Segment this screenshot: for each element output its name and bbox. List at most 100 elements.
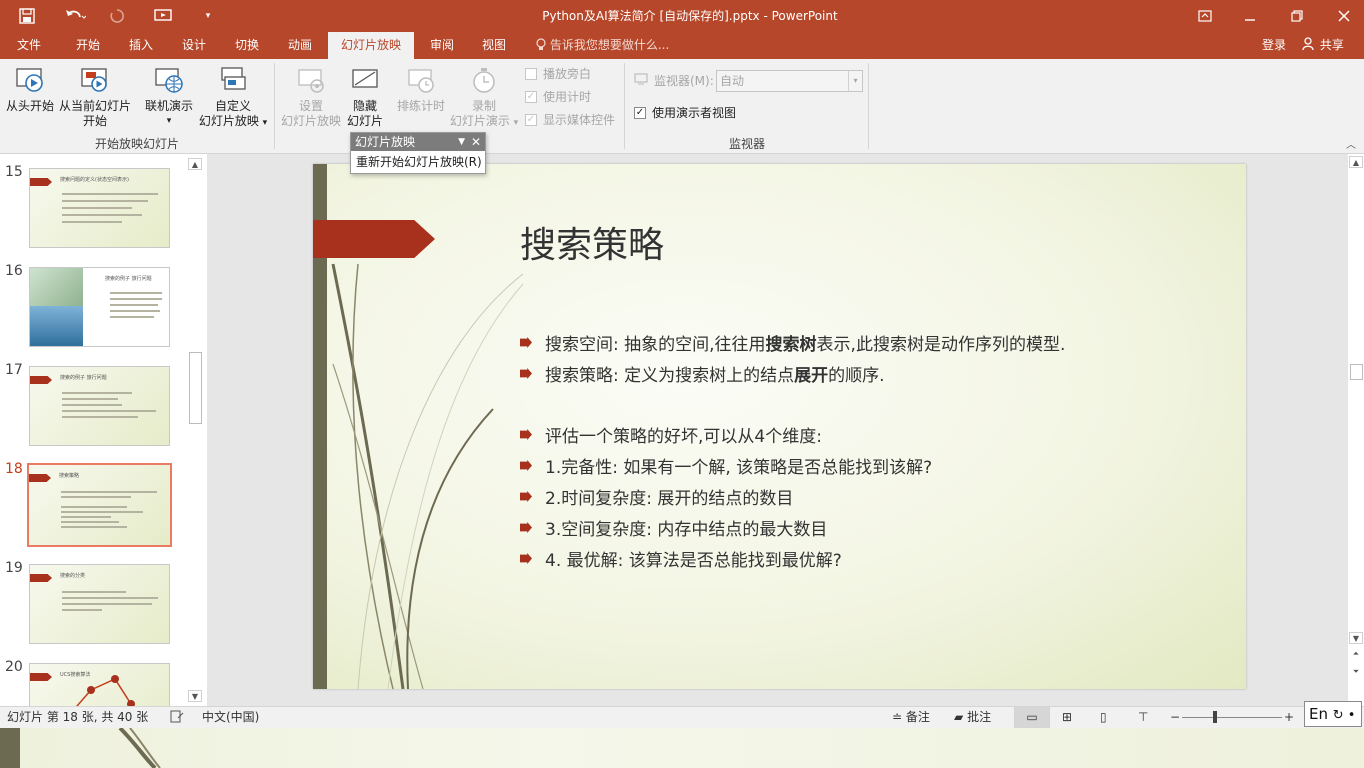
save-icon[interactable] [16, 6, 38, 26]
bullet-optimality[interactable]: 4. 最优解: 该算法是否总能找到最优解? [520, 546, 842, 571]
scroll-down-arrow-icon[interactable]: ▼ [188, 690, 202, 702]
tab-slide-show[interactable]: 幻灯片放映 [328, 32, 414, 59]
tell-me-search[interactable]: 告诉我您想要做什么... [536, 32, 669, 59]
bullet-evaluate[interactable]: 评估一个策略的好坏,可以从4个维度: [520, 422, 822, 447]
ribbon-panel: 从头开始 从当前幻灯片 开始 联机演示 ▾ 自定义 幻灯片放映 ▾ 开始放映幻灯… [0, 59, 1364, 154]
notes-button[interactable]: ≐ 备注 [892, 707, 930, 728]
spell-check-icon[interactable] [170, 707, 184, 728]
slideshow-view-icon[interactable]: ⊤ [1138, 707, 1148, 728]
bullet-arrow-icon [520, 522, 532, 533]
from-current-slide-button[interactable]: 从当前幻灯片 开始 [56, 65, 134, 129]
thumb-text-line [62, 416, 138, 418]
lightbulb-icon [536, 38, 550, 52]
bullet-search-strategy[interactable]: 搜索策略: 定义为搜索树上的结点 展开 的顺序. [520, 361, 885, 386]
group-separator [274, 63, 275, 149]
popup-dropdown-icon[interactable]: ▼ [458, 133, 465, 151]
zoom-slider-track[interactable] [1182, 717, 1282, 718]
thumb-arrow-band [30, 376, 52, 384]
thumb-text-line [61, 496, 131, 498]
rehearse-timings-button[interactable]: 排练计时 [394, 65, 448, 114]
slide-thumbnail-18-selected[interactable]: 搜索策略 [27, 463, 172, 547]
presenter-view-checkbox[interactable]: ✓ 使用演示者视图 [634, 104, 736, 121]
show-media-controls-checkbox[interactable]: ✓ 显示媒体控件 [525, 111, 615, 128]
slide-thumbnail-16[interactable]: 搜索的例子 旅行问题 [29, 267, 170, 347]
zoom-slider-handle[interactable] [1213, 711, 1217, 723]
bullet-search-space[interactable]: 搜索空间: 抽象的空间,往往用 搜索树 表示,此搜索树是动作序列的模型. [520, 330, 1065, 355]
thumb-text-line [62, 404, 122, 406]
monitor-select[interactable]: 自动 ▾ [716, 70, 863, 92]
from-beginning-button[interactable]: 从头开始 [4, 65, 56, 114]
thumb-text-line [61, 506, 127, 508]
customize-qat-icon[interactable]: ▾ [200, 6, 216, 26]
tab-transitions[interactable]: 切换 [224, 32, 270, 59]
editor-scrollbar[interactable]: ▲ ▼ ⏶ ⏷ [1348, 154, 1364, 706]
restore-icon[interactable] [1287, 6, 1307, 26]
scroll-down-arrow-icon[interactable]: ▼ [1349, 632, 1363, 644]
next-slide-icon[interactable]: ⏷ [1349, 666, 1363, 678]
thumb-text-line [110, 316, 154, 318]
bullet-space-complexity[interactable]: 3.空间复杂度: 内存中结点的最大数目 [520, 515, 827, 540]
tab-home[interactable]: 开始 [64, 32, 112, 59]
tab-animations[interactable]: 动画 [277, 32, 323, 59]
restart-slideshow-item[interactable]: 重新开始幻灯片放映(R) [351, 151, 485, 173]
ime-indicator[interactable]: En ↻ • [1304, 701, 1362, 727]
thumb-text-line [62, 214, 142, 216]
thumb-text-line [62, 221, 122, 223]
bullet-arrow-icon [520, 460, 532, 471]
slide-thumbnail-20[interactable]: UCS搜索算法 [29, 663, 170, 706]
hide-label-2: 幻灯片 [346, 114, 383, 128]
slide-thumbnail-19[interactable]: 搜索的分类 [29, 564, 170, 644]
slide-thumbnail-17[interactable]: 搜索的例子 旅行问题 [29, 366, 170, 446]
tab-review[interactable]: 审阅 [420, 32, 464, 59]
scrollbar-thumb[interactable] [189, 352, 202, 424]
slide-title[interactable]: 搜索策略 [520, 216, 664, 268]
play-narrations-checkbox[interactable]: 播放旁白 [525, 65, 591, 82]
slide-sorter-icon[interactable]: ⊞ [1062, 707, 1072, 728]
checkbox-checked-icon: ✓ [634, 106, 646, 119]
language-status[interactable]: 中文(中国) [202, 707, 259, 728]
zoom-out-icon[interactable]: − [1170, 707, 1180, 728]
record-label-1: 录制 [471, 99, 496, 113]
minimize-icon[interactable] [1240, 6, 1260, 26]
thumb-text-line [62, 207, 132, 209]
tab-view[interactable]: 视图 [472, 32, 516, 59]
bullet-arrow-icon [520, 337, 532, 348]
share-button[interactable]: 共享 [1302, 32, 1344, 59]
custom-slideshow-button[interactable]: 自定义 幻灯片放映 ▾ [196, 65, 270, 131]
custom-label-2: 幻灯片放映 ▾ [198, 114, 268, 128]
record-slideshow-button[interactable]: 录制 幻灯片演示 ▾ [448, 65, 520, 131]
start-from-beginning-icon[interactable] [152, 6, 176, 26]
slide-thumbnail-15[interactable]: 搜索问题的定义(状态空间表示) [29, 168, 170, 248]
close-icon[interactable] [1334, 6, 1354, 26]
reading-view-icon[interactable]: ▯ [1100, 707, 1107, 728]
tab-design[interactable]: 设计 [171, 32, 217, 59]
popup-close-icon[interactable]: ✕ [471, 133, 481, 151]
redo-icon[interactable] [106, 6, 128, 26]
collapse-ribbon-icon[interactable]: ︿ [1346, 136, 1356, 151]
from-beginning-label: 从头开始 [5, 99, 54, 113]
tab-file[interactable]: 文件 [8, 32, 50, 59]
ribbon-display-options-icon[interactable] [1195, 6, 1215, 26]
rehearse-timer-icon [408, 69, 434, 93]
normal-view-icon[interactable]: ▭ [1014, 707, 1050, 728]
comments-button[interactable]: ▰ 批注 [954, 707, 991, 728]
thumb-text-line [62, 609, 102, 611]
hide-slide-icon [352, 69, 378, 88]
bullet-time-complexity[interactable]: 2.时间复杂度: 展开的结点的数目 [520, 484, 793, 509]
scrollbar-thumb[interactable] [1350, 364, 1363, 380]
undo-icon[interactable] [60, 6, 90, 26]
tab-insert[interactable]: 插入 [118, 32, 164, 59]
slide-canvas[interactable]: 搜索策略 搜索空间: 抽象的空间,往往用 搜索树 表示,此搜索树是动作序列的模型. … [313, 164, 1246, 689]
notes-icon: ≐ [892, 710, 903, 724]
setup-slideshow-button[interactable]: 设置 幻灯片放映 [278, 65, 344, 129]
use-timings-checkbox[interactable]: ✓ 使用计时 [525, 88, 591, 105]
thumbnail-scrollbar[interactable]: ▲ ▼ [187, 156, 203, 704]
scroll-up-arrow-icon[interactable]: ▲ [188, 158, 202, 170]
present-online-button[interactable]: 联机演示 ▾ [140, 65, 198, 129]
scroll-up-arrow-icon[interactable]: ▲ [1349, 156, 1363, 168]
zoom-in-icon[interactable]: + [1284, 707, 1294, 728]
previous-slide-icon[interactable]: ⏶ [1349, 648, 1363, 660]
sign-in-link[interactable]: 登录 [1262, 32, 1286, 59]
bullet-completeness[interactable]: 1.完备性: 如果有一个解, 该策略是否总能找到该解? [520, 453, 932, 478]
hide-slide-button[interactable]: 隐藏 幻灯片 [344, 65, 386, 129]
